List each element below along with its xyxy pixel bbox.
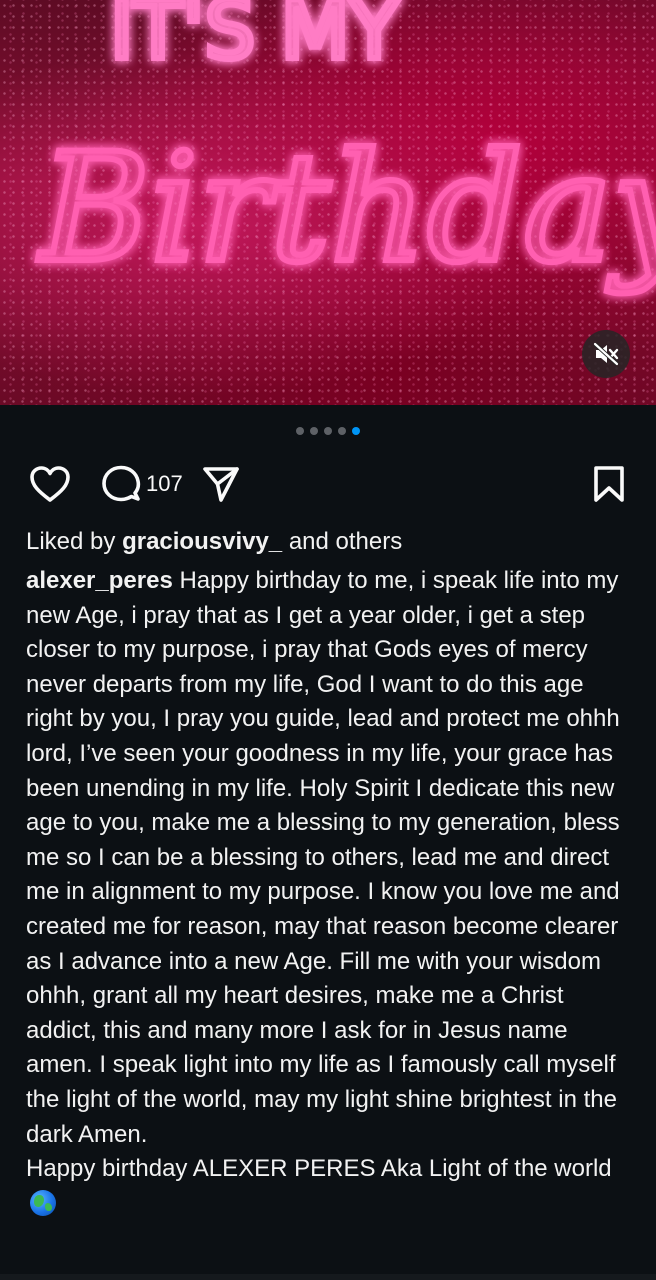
carousel-dot: [310, 427, 318, 435]
post-caption: alexer_peres Happy birthday to me, i spe…: [26, 564, 636, 1221]
post-media[interactable]: IT'S MY Birthday: [0, 0, 656, 405]
comment-bubble-icon: [102, 465, 141, 502]
liked-by-username[interactable]: graciousvivy_: [122, 528, 282, 555]
bookmark-icon: [594, 466, 624, 502]
globe-emoji-icon: [30, 1189, 56, 1216]
carousel-indicator: [0, 427, 656, 435]
caption-username[interactable]: alexer_peres: [26, 567, 173, 594]
likes-prefix: Liked by: [26, 528, 123, 555]
bottom-divider: [0, 1274, 656, 1280]
likes-suffix: and others: [282, 528, 403, 555]
heart-icon: [30, 466, 70, 502]
neon-sign-image: IT'S MY Birthday: [34, 0, 656, 299]
post-action-bar: 107: [28, 460, 626, 508]
muted-speaker-icon: [593, 342, 619, 366]
neon-line2-text: Birthday: [37, 122, 656, 296]
like-button[interactable]: [28, 464, 72, 504]
caption-text: Happy birthday to me, i speak life into …: [26, 567, 620, 1183]
comment-button[interactable]: [100, 463, 142, 505]
carousel-dot: [296, 427, 304, 435]
carousel-dot-active: [352, 427, 360, 435]
comment-count[interactable]: 107: [146, 471, 183, 497]
mute-button[interactable]: [582, 330, 630, 378]
paper-plane-icon: [202, 467, 239, 502]
neon-line1-text: IT'S MY: [110, 0, 400, 77]
carousel-dot: [338, 427, 346, 435]
likes-summary[interactable]: Liked by graciousvivy_ and others: [26, 526, 636, 558]
share-button[interactable]: [201, 464, 241, 504]
carousel-dot: [324, 427, 332, 435]
save-button[interactable]: [592, 464, 626, 504]
